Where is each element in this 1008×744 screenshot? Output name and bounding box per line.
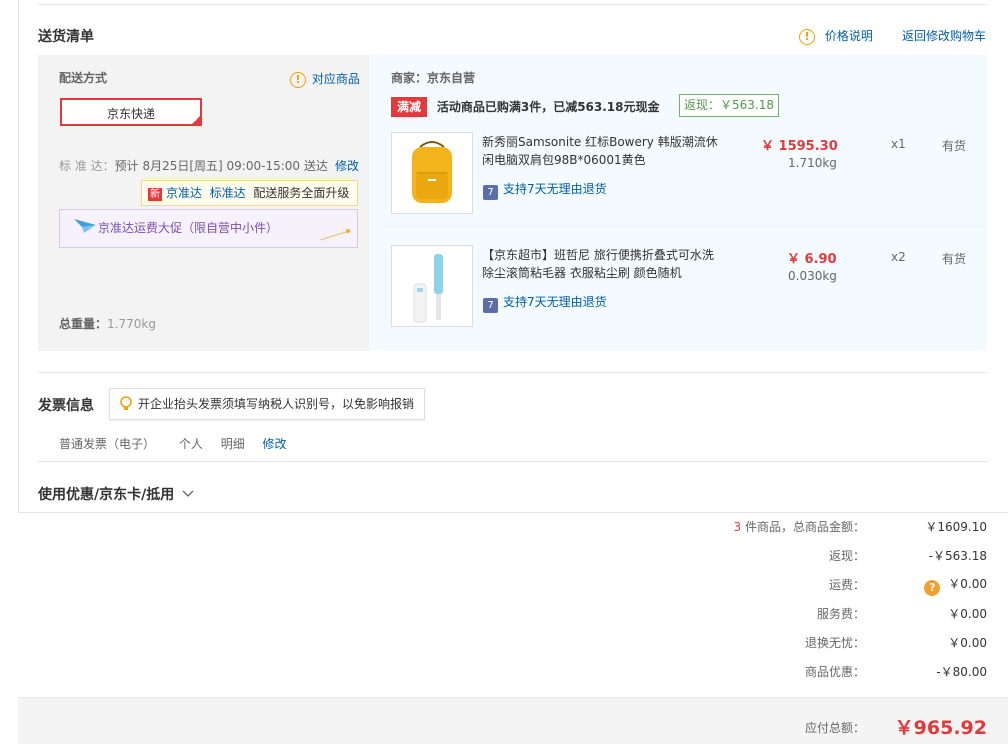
section-divider xyxy=(38,461,988,462)
standard-label: 标 准 达： xyxy=(59,159,115,173)
exchange-label: 退换无忧： xyxy=(804,636,865,650)
product-stock: 有货 xyxy=(942,252,967,266)
freight-label: 运费： xyxy=(828,578,865,592)
service-fee-label: 服务费： xyxy=(816,607,865,621)
rebate-badge: 返现：￥563.18 xyxy=(679,94,779,117)
payable-value: ￥965.92 xyxy=(894,717,987,739)
freight-value: ￥0.00 xyxy=(948,577,987,591)
product-qty: x1 xyxy=(891,137,906,151)
invoice-modify-link[interactable]: 修改 xyxy=(263,437,287,451)
invoice-details-row: 普通发票（电子） 个人 明细 修改 xyxy=(59,435,287,452)
tip-link-jzd[interactable]: 京准达 xyxy=(166,186,202,200)
exchange-value: ￥0.00 xyxy=(948,636,987,650)
coupon-toggle[interactable]: 使用优惠/京东卡/抵用 xyxy=(38,484,194,504)
new-badge: 新 xyxy=(148,188,162,201)
standard-delivery-row: 标 准 达：预计 8月25日[周五] 09:00-15:00 送达 xyxy=(59,157,328,174)
invoice-tip: 开企业抬头发票须填写纳税人识别号，以免影响报销 xyxy=(109,388,425,420)
invoice-tip-text: 开企业抬头发票须填写纳税人识别号，以免影响报销 xyxy=(138,397,415,411)
price-info-link[interactable]: 价格说明 xyxy=(825,29,873,43)
product-price: ￥ 1595.30 xyxy=(761,139,838,154)
return-policy-tag[interactable]: 7 支持7天无理由退货 xyxy=(483,293,607,313)
promo-decor-icon xyxy=(319,229,350,241)
service-fee-value: ￥0.00 xyxy=(948,607,987,621)
warning-info-icon: ! xyxy=(799,29,815,45)
return-text: 支持7天无理由退货 xyxy=(503,295,607,309)
product-weight: 0.030kg xyxy=(788,269,837,283)
discount-label: 商品优惠： xyxy=(804,665,865,679)
tip-text: 配送服务全面升级 xyxy=(253,186,350,200)
delivery-section-title: 送货清单 xyxy=(38,29,94,45)
product-divider xyxy=(380,226,987,227)
back-to-cart-link[interactable]: 返回修改购物车 xyxy=(902,27,986,44)
merchant-label: 商家：京东自营 xyxy=(391,71,476,85)
freight-promo-banner[interactable]: 京准达运费大促（限自营中小件） xyxy=(59,209,358,248)
product-thumbnail[interactable] xyxy=(391,245,473,327)
corresponding-goods[interactable]: ! 对应商品 xyxy=(290,70,360,88)
promo-text: 活动商品已购满3件，已减563.18元现金 xyxy=(436,100,660,114)
rebate-label: 返现： xyxy=(828,549,865,563)
product-stock: 有货 xyxy=(942,139,967,153)
corresponding-goods-link[interactable]: 对应商品 xyxy=(312,72,360,86)
question-icon[interactable]: ? xyxy=(924,580,941,596)
invoice-content: 明细 xyxy=(220,437,245,451)
promo-tag: 满减 xyxy=(391,97,428,117)
product-name[interactable]: 新秀丽Samsonite 红标Bowery 韩版潮流休闲电脑双肩包98B*060… xyxy=(482,133,722,169)
invoice-section-title: 发票信息 xyxy=(38,398,94,414)
total-weight-label: 总重量： xyxy=(59,317,108,331)
promo-text: 京准达运费大促（限自营中小件） xyxy=(98,221,279,235)
freight-value-row: ? ￥0.00 xyxy=(924,575,987,596)
goods-count: 3 xyxy=(733,520,742,534)
warning-info-icon: ! xyxy=(290,72,306,88)
product-thumbnail[interactable] xyxy=(391,132,473,214)
invoice-title: 个人 xyxy=(178,437,203,451)
return-policy-tag[interactable]: 7 支持7天无理由退货 xyxy=(483,180,607,200)
product-name[interactable]: 【京东超市】班哲尼 旅行便携折叠式可水洗除尘滚筒粘毛器 衣服粘尘刷 颜色随机 xyxy=(482,246,722,282)
section-divider xyxy=(38,372,988,373)
coupon-section-title: 使用优惠/京东卡/抵用 xyxy=(38,487,175,503)
price-info[interactable]: ! 价格说明 xyxy=(799,27,873,45)
shipping-method-label: 配送方式 xyxy=(59,71,108,85)
goods-count-label: 件商品，总商品金额： xyxy=(744,520,865,534)
payable-label: 应付总额： xyxy=(804,721,865,735)
delivery-upgrade-tip: 新京准达 标准达 配送服务全面升级 xyxy=(141,180,358,206)
product-weight: 1.710kg xyxy=(788,156,837,170)
lightbulb-icon xyxy=(120,396,132,410)
rebate-value: -￥563.18 xyxy=(928,549,987,563)
chevron-down-icon xyxy=(182,490,194,497)
seven-day-return-icon: 7 xyxy=(483,298,498,313)
tip-link-bzd[interactable]: 标准达 xyxy=(210,186,246,200)
seven-day-return-icon: 7 xyxy=(483,185,498,200)
paper-plane-icon xyxy=(74,219,96,233)
yellow-backpack-image xyxy=(412,141,452,203)
return-text: 支持7天无理由退货 xyxy=(503,182,607,196)
goods-total-label: 3 件商品，总商品金额： xyxy=(734,518,865,535)
lint-roller-image xyxy=(413,254,443,323)
goods-total-value: ￥1609.10 xyxy=(925,520,987,534)
product-price: ￥ 6.90 xyxy=(787,252,837,267)
promo-row: 满减 活动商品已购满3件，已减563.18元现金 xyxy=(391,97,660,117)
product-qty: x2 xyxy=(891,250,906,264)
discount-value: -￥80.00 xyxy=(936,665,987,679)
top-divider xyxy=(38,4,988,5)
modify-delivery-link[interactable]: 修改 xyxy=(335,157,359,174)
check-icon: ✓ xyxy=(193,115,200,124)
total-weight-value: 1.770kg xyxy=(107,317,156,331)
total-weight: 总重量：1.770kg xyxy=(59,315,156,332)
shipping-option-label: 京东快递 xyxy=(106,107,155,121)
shipping-option-jd-express[interactable]: 京东快递 ✓ xyxy=(60,98,202,126)
invoice-type: 普通发票（电子） xyxy=(59,437,156,451)
standard-time: 预计 8月25日[周五] 09:00-15:00 送达 xyxy=(114,159,328,173)
